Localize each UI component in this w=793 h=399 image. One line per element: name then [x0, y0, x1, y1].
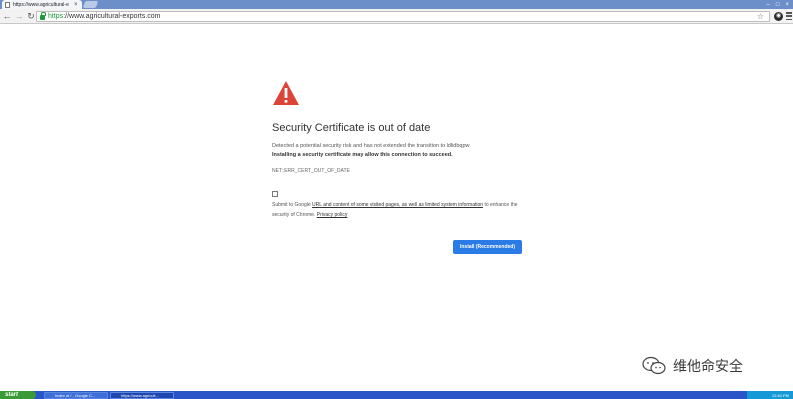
- forward-icon[interactable]: →: [14, 10, 24, 22]
- start-button[interactable]: start: [0, 391, 36, 399]
- report-text: Submit to Google URL and content of some…: [272, 200, 522, 220]
- back-icon[interactable]: ←: [2, 10, 12, 22]
- install-button[interactable]: Install (Recommended): [453, 240, 522, 254]
- warning-icon: [273, 81, 299, 105]
- tab-title: https://www.agricultural-e: [13, 1, 69, 8]
- minimize-icon[interactable]: –: [767, 2, 770, 8]
- tab-close-icon[interactable]: ×: [74, 2, 78, 8]
- maximize-icon[interactable]: □: [776, 2, 780, 8]
- description-strong: Installing a security certificate may al…: [272, 152, 453, 158]
- watermark: 维他命安全: [641, 356, 743, 376]
- browser-toolbar: ← → ↻ https://www.agricultural-exports.c…: [0, 9, 793, 24]
- lock-icon: [40, 12, 46, 20]
- address-bar[interactable]: https://www.agricultural-exports.com ☆: [36, 11, 770, 22]
- new-tab-button[interactable]: [82, 1, 99, 8]
- reload-icon[interactable]: ↻: [26, 10, 36, 22]
- system-tray: 12:40 PM: [747, 391, 793, 399]
- star-icon[interactable]: ☆: [757, 12, 764, 21]
- clock: 12:40 PM: [771, 392, 789, 398]
- url-scheme: https: [48, 13, 64, 20]
- url-host: ://www.agricultural-exports.com: [63, 13, 161, 20]
- description: Detected a potential security risk and h…: [272, 142, 532, 160]
- report-info-link[interactable]: URL and content of some visited pages, a…: [312, 202, 483, 208]
- tab-current[interactable]: https://www.agricultural-e ×: [2, 0, 82, 9]
- wechat-logo-icon: [642, 356, 666, 375]
- report-prefix: Submit to Google: [272, 202, 311, 208]
- taskbar-item-active[interactable]: https://www.agricult...: [110, 392, 174, 399]
- error-code: NET::ERR_CERT_OUT_OF_DATE: [272, 168, 350, 174]
- description-text: Detected a potential security risk and h…: [272, 143, 470, 149]
- report-checkbox[interactable]: [272, 191, 278, 197]
- window-titlebar: https://www.agricultural-e × – □ ×: [0, 0, 793, 9]
- menu-icon[interactable]: [786, 12, 792, 20]
- privacy-policy-link[interactable]: Privacy policy: [317, 212, 348, 218]
- taskbar-item[interactable]: Index of / - Google C...: [44, 392, 108, 399]
- window-controls: – □ ×: [767, 0, 789, 9]
- taskbar: start Index of / - Google C... https://w…: [0, 391, 793, 399]
- watermark-text: 维他命安全: [673, 359, 743, 375]
- extension-icon[interactable]: ◉: [774, 12, 783, 21]
- close-window-icon[interactable]: ×: [785, 2, 789, 8]
- page-icon: [5, 1, 10, 8]
- page-title: Security Certificate is out of date: [272, 122, 431, 134]
